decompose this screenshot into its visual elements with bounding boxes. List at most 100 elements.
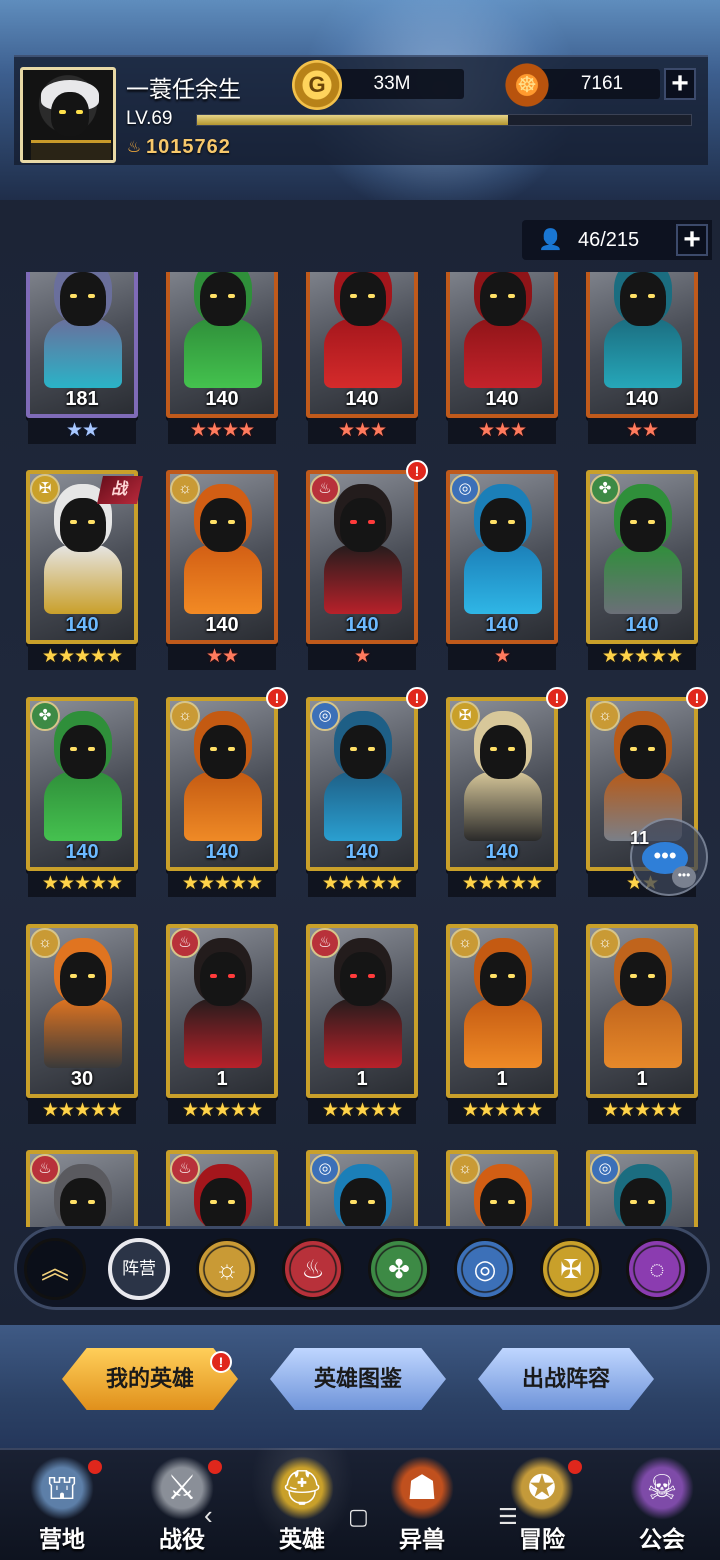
hero-dex-button[interactable]: 英雄图鉴 xyxy=(270,1348,446,1410)
hero-grid[interactable]: 181 ★★ 140 ★★★★ 140 ★★★ 140 ★★★ 140 ★★ 140 ✠ 战 ★★★★★ 1… xyxy=(0,272,720,1227)
hero-eye xyxy=(508,294,515,298)
hero-card[interactable]: ♨ xyxy=(166,1150,278,1227)
hero-card[interactable]: 181 ★★ xyxy=(26,272,138,444)
hero-card[interactable]: 140 ★★★ xyxy=(306,272,418,444)
hero-card[interactable]: 140 ◎ ★ xyxy=(446,470,558,670)
faction-fire-icon: ♨ xyxy=(30,1154,60,1184)
hero-eye xyxy=(228,974,235,978)
hero-eye xyxy=(490,520,497,524)
hero-card[interactable]: 140 ✤ ★★★★★ xyxy=(586,470,698,670)
hero-eye xyxy=(368,1200,375,1204)
guild-scroll-icon: ☠ xyxy=(630,1456,694,1520)
hero-card[interactable]: 140 ★★★ xyxy=(446,272,558,444)
hero-stars: ★★★★★ xyxy=(41,646,123,667)
nav-guild-scroll[interactable]: ☠ 公会 xyxy=(602,1448,720,1560)
hero-head xyxy=(340,952,386,1006)
faction-water-icon: ◎ xyxy=(590,1154,620,1184)
hero-eye xyxy=(630,294,637,298)
hero-eye xyxy=(88,520,95,524)
hero-level: 1 xyxy=(636,1068,648,1090)
hero-eye xyxy=(228,520,235,524)
filter-all-factions[interactable]: 阵营 xyxy=(108,1238,170,1300)
hero-eye xyxy=(210,520,217,524)
hero-body xyxy=(44,544,122,614)
hero-eye xyxy=(70,747,77,751)
hero-level: 140 xyxy=(345,388,379,410)
filter-void-icon[interactable]: ◌ xyxy=(626,1238,688,1300)
faction-light-icon: ☼ xyxy=(170,701,200,731)
hero-head xyxy=(200,725,246,779)
faction-fire-icon: ♨ xyxy=(170,1154,200,1184)
hero-card[interactable]: 1 ♨ ★★★★★ xyxy=(166,924,278,1124)
hero-eye xyxy=(490,747,497,751)
hero-card[interactable]: 140 ★★ xyxy=(586,272,698,444)
nav-knight-helmet[interactable]: ⛑ 英雄 xyxy=(242,1448,362,1560)
nav-label: 公会 xyxy=(639,1526,685,1552)
faction-light-icon: ☼ xyxy=(30,928,60,958)
upgrade-alert-icon: ! xyxy=(546,687,568,709)
hero-card[interactable]: 1 ♨ ★★★★★ xyxy=(306,924,418,1124)
xp-bar-fill xyxy=(197,115,509,125)
hero-stars: ★ xyxy=(493,646,511,667)
hero-head xyxy=(480,272,526,326)
faction-holy-icon: ✠ xyxy=(30,474,60,504)
hero-card[interactable]: 140 ✠! ★★★★★ xyxy=(446,687,568,897)
filter-holy-icon[interactable]: ✠ xyxy=(540,1238,602,1300)
hero-card[interactable]: 140 ✤ ★★★★★ xyxy=(26,697,138,897)
hero-card[interactable]: 1 ☼ ★★★★★ xyxy=(586,924,698,1124)
system-back-icon[interactable]: ‹ xyxy=(204,1500,213,1531)
hero-card[interactable]: 1 ☼ ★★★★★ xyxy=(446,924,558,1124)
hero-body xyxy=(464,544,542,614)
hero-eye xyxy=(368,294,375,298)
faction-fire-icon: ♨ xyxy=(310,928,340,958)
hero-level: 140 xyxy=(485,841,519,863)
system-home-icon[interactable]: ▢ xyxy=(348,1504,369,1530)
hero-eye xyxy=(70,294,77,298)
battle-lineup-button[interactable]: 出战阵容 xyxy=(478,1348,654,1410)
nav-crossed-swords[interactable]: ⚔ 战役 xyxy=(122,1448,242,1560)
hero-eye xyxy=(70,520,77,524)
hero-head xyxy=(200,498,246,552)
nav-camp[interactable]: ⛫ 营地 xyxy=(2,1448,122,1560)
hero-card[interactable]: ◎ xyxy=(586,1150,698,1227)
hero-card[interactable]: ☼ xyxy=(446,1150,558,1227)
hero-card[interactable]: 140 ☼ ★★ xyxy=(166,470,278,670)
flame-icon: ♨ xyxy=(126,139,142,156)
system-recents-icon[interactable]: ☰ xyxy=(498,1504,518,1530)
hero-level: 140 xyxy=(65,614,99,636)
filter-nature-icon[interactable]: ✤ xyxy=(368,1238,430,1300)
hero-card[interactable]: 140 ◎! ★★★★★ xyxy=(306,687,428,897)
expand-roster-button[interactable]: + xyxy=(676,224,708,256)
notification-dot xyxy=(208,1460,222,1474)
hero-card[interactable]: 140 ★★★★ xyxy=(166,272,278,444)
hero-head xyxy=(60,725,106,779)
nav-beast[interactable]: ☗ 异兽 xyxy=(362,1448,482,1560)
hero-card[interactable]: 140 ☼! ★★★★★ xyxy=(166,687,288,897)
collapse-filter-icon[interactable]: ︽ xyxy=(24,1238,86,1300)
chat-small-icon: ••• xyxy=(672,866,696,888)
hero-card[interactable]: 140 ✠ 战 ★★★★★ xyxy=(26,470,143,670)
filter-water-icon[interactable]: ◎ xyxy=(454,1238,516,1300)
hero-card[interactable]: ♨ xyxy=(26,1150,138,1227)
hero-head xyxy=(480,1178,526,1227)
camp-icon: ⛫ xyxy=(30,1456,94,1520)
filter-light-icon[interactable]: ☼ xyxy=(196,1238,258,1300)
hero-body xyxy=(44,318,122,388)
hero-level: 140 xyxy=(345,614,379,636)
hero-stars: ★★★★★ xyxy=(601,646,683,667)
hero-eye xyxy=(350,520,357,524)
add-gem-button[interactable]: + xyxy=(664,68,696,100)
hero-level: 30 xyxy=(70,1068,94,1090)
avatar-armor xyxy=(31,140,111,160)
faction-water-icon: ◎ xyxy=(450,474,480,504)
hero-card[interactable]: 30 ☼ ★★★★★ xyxy=(26,924,138,1124)
gold-coin-icon: G xyxy=(292,60,342,110)
filter-fire-icon[interactable]: ♨ xyxy=(282,1238,344,1300)
player-avatar[interactable] xyxy=(20,67,116,163)
hero-level: 1 xyxy=(216,1068,228,1090)
hero-card[interactable]: 140 ♨! ★ xyxy=(306,460,428,670)
hero-stars: ★★★★★ xyxy=(601,1100,683,1121)
hero-head xyxy=(60,272,106,326)
hero-head xyxy=(620,498,666,552)
hero-card[interactable]: ◎ xyxy=(306,1150,418,1227)
